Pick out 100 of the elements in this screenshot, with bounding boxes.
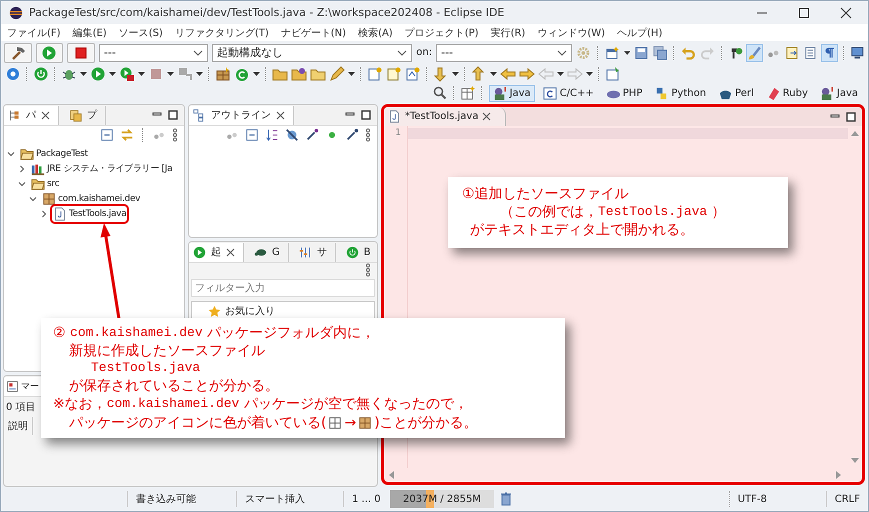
menu-item[interactable]: ソース(S)	[118, 26, 163, 40]
chevron-down-icon[interactable]	[7, 150, 15, 158]
chevron-down-icon[interactable]	[29, 194, 37, 202]
close-icon[interactable]	[226, 248, 235, 256]
pencil-icon[interactable]	[329, 66, 345, 82]
callout-text: ※なお，com.kaishamei.dev パッケージが空で無くなったので，	[53, 395, 468, 414]
callout-text: （この例では，TestTools.java ）	[499, 203, 726, 222]
view-tab[interactable]: G	[250, 242, 289, 262]
callout-text: ② com.kaishamei.dev パッケージフォルダ内に，	[53, 324, 376, 342]
build-button[interactable]	[4, 42, 32, 62]
chevron-down-icon[interactable]	[18, 180, 26, 188]
collapse-all-icon[interactable]	[245, 128, 259, 142]
view-icon	[346, 246, 359, 258]
star-icon	[208, 304, 221, 318]
menu-item[interactable]: ナビゲート(N)	[280, 26, 346, 40]
sort-icon[interactable]	[265, 128, 279, 142]
java-file-icon	[53, 206, 67, 220]
perspective-button[interactable]: Java	[816, 84, 862, 102]
perspective-icon	[542, 86, 558, 100]
target-label: on:	[416, 47, 432, 58]
menu-item[interactable]: リファクタリング(T)	[174, 26, 269, 40]
folder-icon	[20, 146, 34, 160]
view-menu-icon[interactable]	[365, 128, 371, 142]
perspective-button[interactable]: Python	[650, 84, 710, 102]
menu-item[interactable]: ヘルプ(H)	[617, 26, 662, 40]
collapse-all-icon[interactable]	[100, 128, 114, 142]
maximize-icon[interactable]	[361, 110, 371, 120]
maximize-icon[interactable]	[168, 110, 178, 120]
monitor-icon[interactable]	[850, 44, 866, 60]
save-icon[interactable]	[634, 44, 649, 60]
launch-combo[interactable]: 起動構成なし	[212, 44, 412, 62]
view-tab[interactable]: パ	[4, 106, 59, 124]
perspective-button[interactable]: C/C++	[538, 84, 598, 102]
play-toolbox-icon[interactable]	[119, 66, 135, 82]
chevron-down-icon	[397, 48, 408, 56]
books-icon	[31, 162, 45, 176]
view-menu-icon[interactable]	[172, 128, 178, 142]
menu-item[interactable]: 検索(A)	[358, 26, 393, 40]
view-tab[interactable]: アウトライン	[189, 106, 294, 124]
perspective-button[interactable]: Perl	[714, 84, 758, 102]
editor-tab[interactable]: *TestTools.java	[384, 107, 506, 126]
save-all-icon[interactable]	[652, 44, 668, 60]
mode-combo[interactable]: ---	[98, 44, 208, 62]
view-icon	[298, 246, 312, 258]
view-tab[interactable]: サ	[294, 242, 336, 262]
chevron-down-icon	[557, 48, 568, 56]
tree-item[interactable]: TestTools.java	[50, 204, 130, 224]
trash-icon[interactable]	[500, 492, 512, 506]
perspective-button[interactable]: Java	[488, 84, 535, 102]
close-icon[interactable]	[276, 110, 285, 120]
view-tab[interactable]: プ	[65, 106, 106, 124]
document-lines-icon[interactable]	[803, 44, 818, 60]
perspective-button[interactable]: Ruby	[762, 84, 812, 102]
view-tab[interactable]: 起	[189, 242, 244, 262]
menu-item[interactable]: 編集(E)	[72, 26, 107, 40]
list-item[interactable]: お気に入り	[192, 302, 374, 318]
callout-text: がテキストエディタ上で開かれる。	[469, 221, 694, 240]
new-window-icon[interactable]	[605, 44, 620, 60]
search-icon[interactable]	[432, 86, 447, 100]
paragraph-icon[interactable]	[822, 44, 837, 60]
play-icon	[41, 44, 58, 60]
callout-text: ①追加したソースファイル	[462, 185, 629, 204]
perspective-icon	[492, 86, 508, 100]
chevron-right-icon[interactable]	[18, 164, 26, 172]
callout-text: 新規に作成したソースファイル	[68, 342, 265, 360]
forward-arrow-icon[interactable]	[519, 66, 535, 82]
status-text: 書き込み可能	[127, 491, 236, 507]
folder-icon[interactable]	[291, 66, 307, 82]
settings-icon[interactable]	[5, 66, 21, 82]
chevron-right-icon[interactable]	[40, 210, 48, 218]
maximize-icon[interactable]	[846, 112, 856, 122]
menu-item[interactable]: 実行(R)	[490, 26, 526, 40]
package-icon	[42, 192, 56, 206]
maximize-icon[interactable]	[798, 6, 810, 18]
filter-field[interactable]: フィルター入力	[191, 279, 375, 297]
callout-text: )ことが分かる。	[374, 414, 478, 432]
view-menu-icon[interactable]	[365, 263, 371, 277]
menu-item[interactable]: プロジェクト(P)	[404, 26, 479, 40]
package-box-icon[interactable]	[215, 66, 231, 82]
close-icon[interactable]	[840, 6, 852, 18]
column-header[interactable]: 説明	[4, 417, 33, 435]
power-icon[interactable]	[33, 66, 49, 82]
back-arrow-icon[interactable]	[500, 66, 516, 82]
stop-button[interactable]	[67, 42, 95, 62]
open-perspective-icon[interactable]	[460, 86, 475, 100]
perspective-button[interactable]: PHP	[602, 84, 646, 102]
window-title: PackageTest/src/com/kaishamei/dev/TestTools.java - Z:\workspace202408 - Eclipse IDE	[29, 6, 504, 19]
close-icon[interactable]	[482, 112, 492, 121]
view-tab[interactable]: B	[342, 242, 377, 262]
eclipse-logo-icon	[9, 6, 23, 20]
close-icon[interactable]	[41, 110, 50, 120]
line-number: 1	[395, 128, 401, 138]
callout-text: パッケージのアイコンに色が着いている(	[69, 414, 326, 432]
view-icon	[193, 246, 206, 258]
folder-icon	[31, 176, 45, 190]
menu-item[interactable]: ウィンドウ(W)	[537, 26, 606, 40]
hammer-icon	[10, 44, 26, 60]
target-combo[interactable]: ---	[436, 44, 572, 62]
menu-item[interactable]: ファイル(F)	[7, 26, 61, 40]
java-file-icon	[388, 110, 401, 123]
